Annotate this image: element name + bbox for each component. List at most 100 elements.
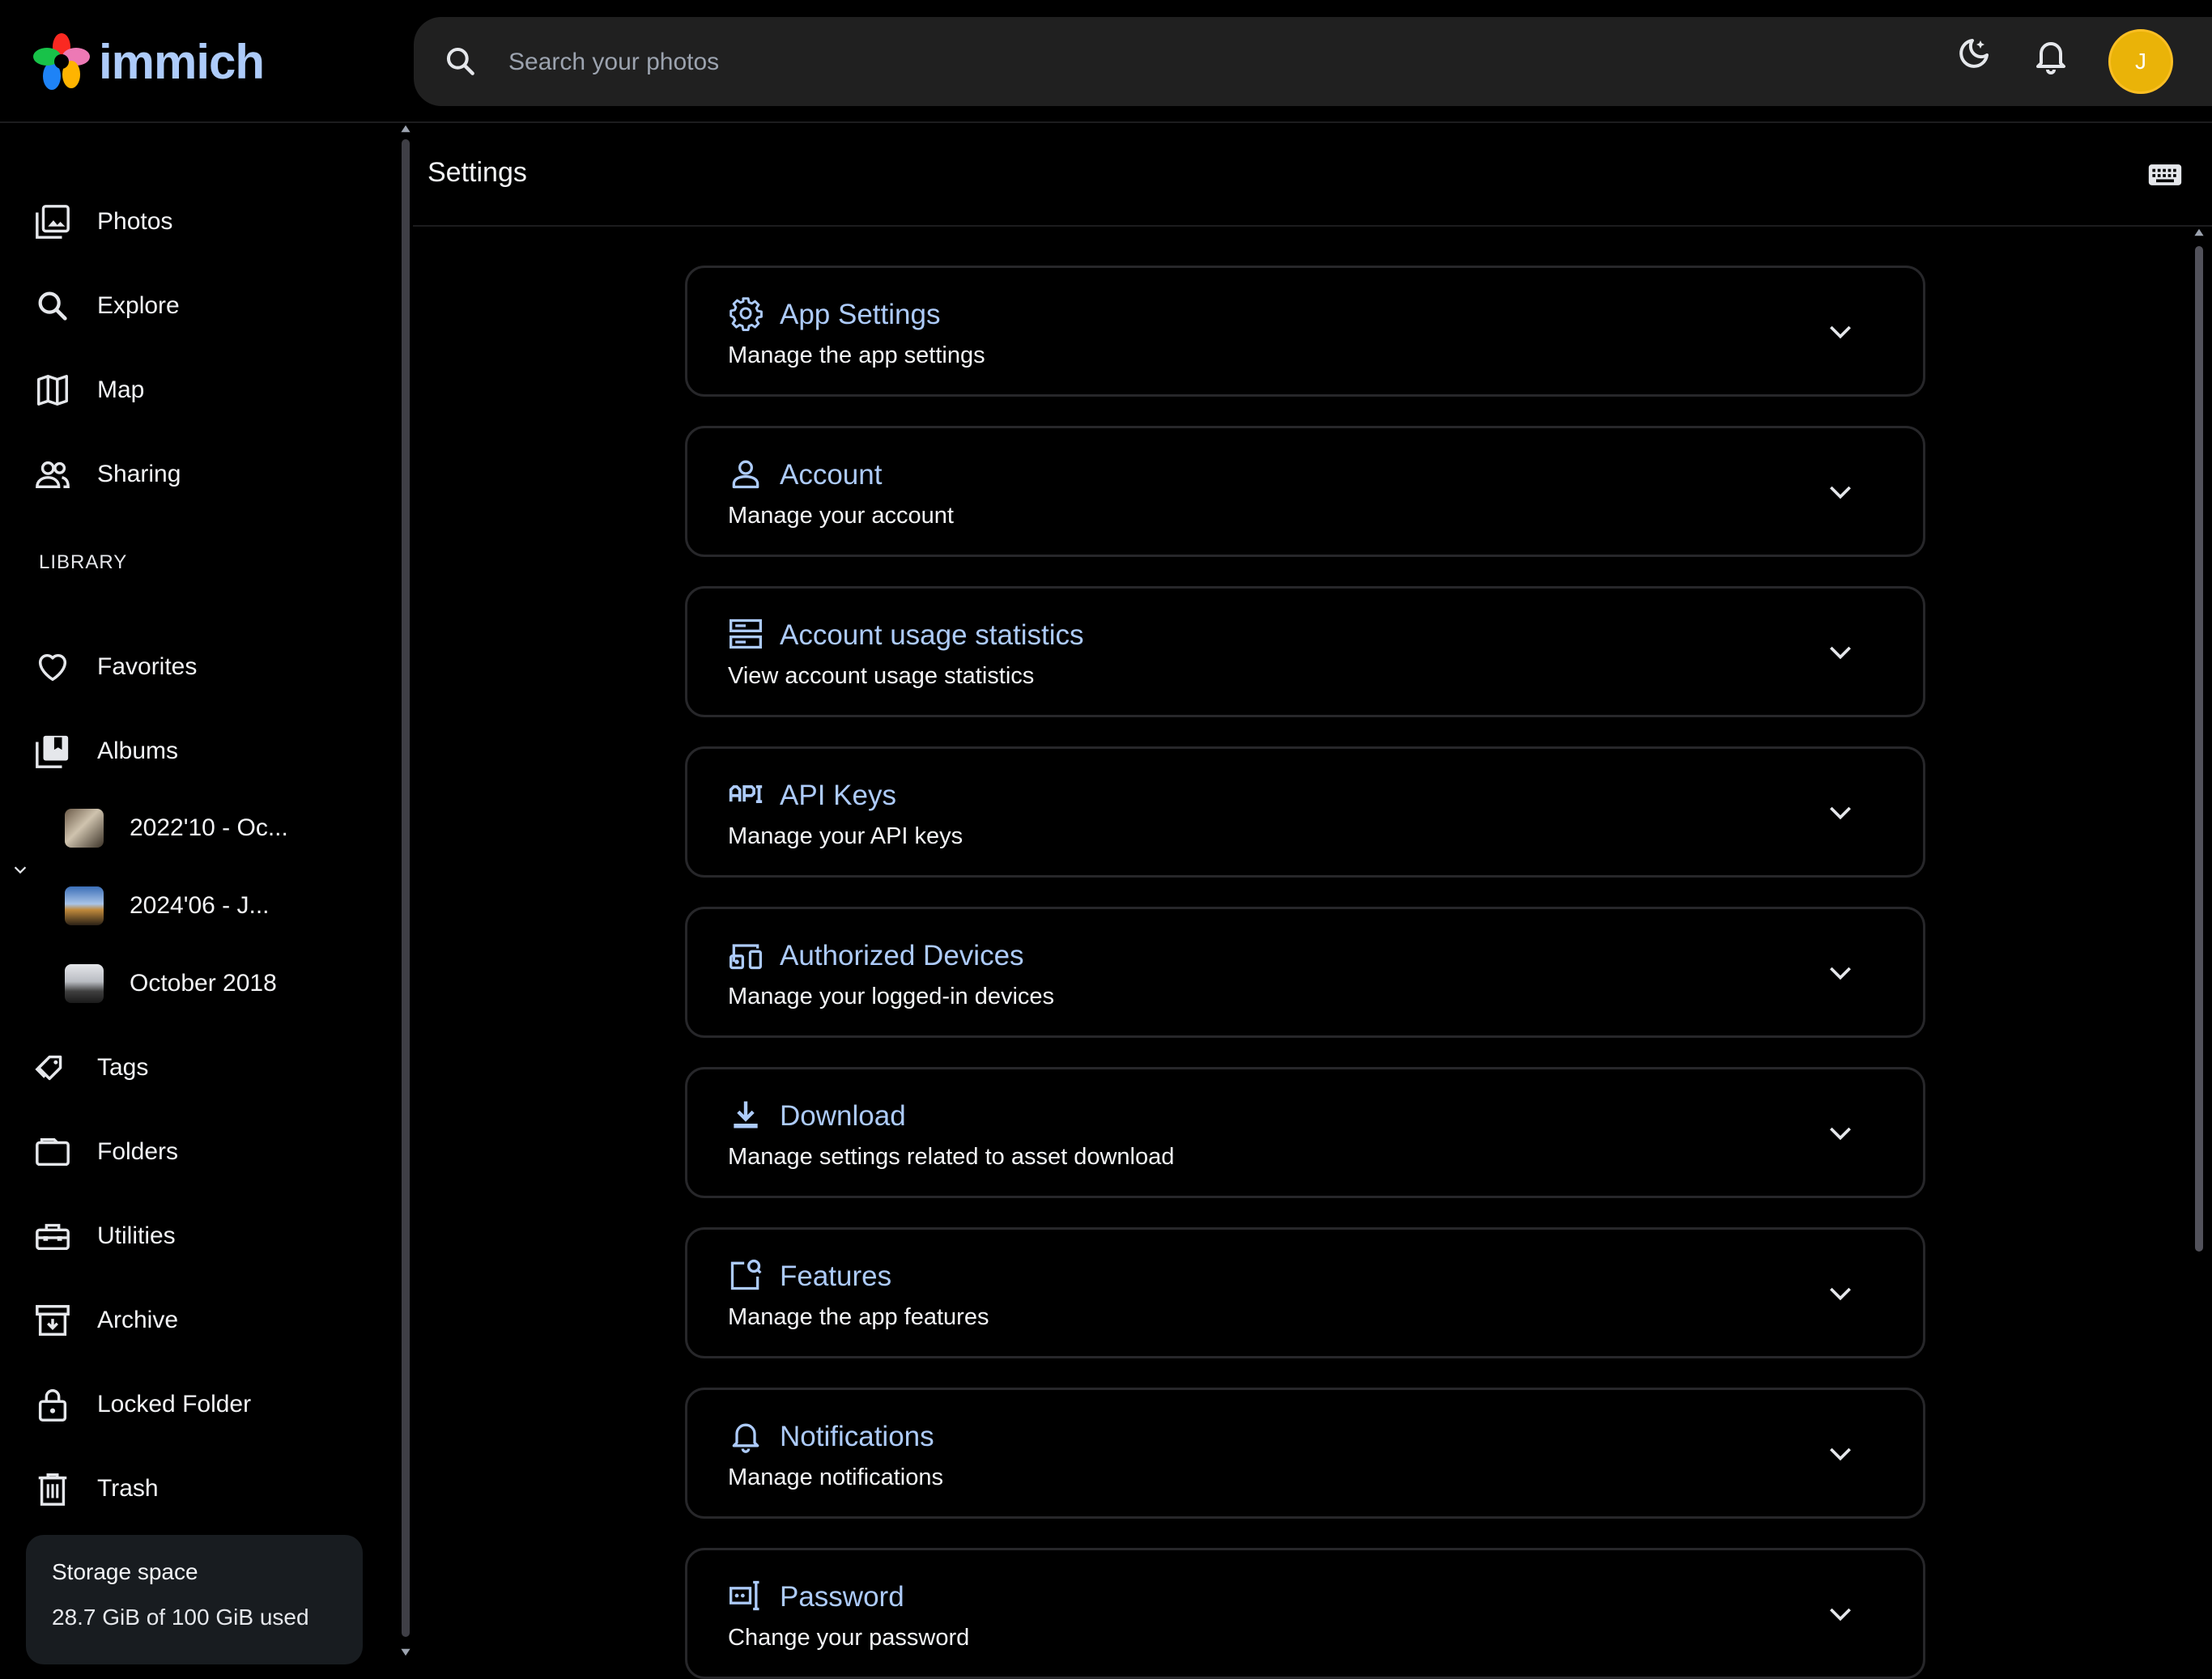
settings-card-api-keys[interactable]: API Keys Manage your API keys <box>685 746 1925 878</box>
album-label: 2022'10 - Oc... <box>130 814 288 841</box>
search-icon[interactable] <box>443 44 479 79</box>
card-subtitle: Manage settings related to asset downloa… <box>728 1144 1175 1170</box>
settings-card-authorized-devices[interactable]: Authorized Devices Manage your logged-in… <box>685 907 1925 1038</box>
search-icon <box>38 291 67 321</box>
settings-card-password[interactable]: Password Change your password <box>685 1548 1925 1679</box>
card-subtitle: Manage notifications <box>728 1464 943 1490</box>
user-avatar[interactable]: J <box>2108 29 2173 94</box>
scrollbar-thumb[interactable] <box>402 139 410 1637</box>
trash-icon <box>38 1473 67 1506</box>
sidebar-item-label: Trash <box>97 1475 159 1502</box>
settings-card-account-usage-statistics[interactable]: Account usage statistics View account us… <box>685 586 1925 717</box>
card-subtitle: Manage your API keys <box>728 823 963 849</box>
sidebar-item-label: Utilities <box>97 1222 176 1249</box>
card-subtitle: Change your password <box>728 1625 970 1651</box>
card-subtitle: Manage your logged-in devices <box>728 984 1055 1010</box>
chevron-down-icon[interactable] <box>1824 315 1857 347</box>
sidebar-item-photos[interactable]: Photos <box>0 185 381 258</box>
app-logo[interactable]: immich <box>32 32 265 91</box>
settings-card-account[interactable]: Account Manage your account <box>685 426 1925 557</box>
storage-title: Storage space <box>52 1559 198 1584</box>
sidebar-item-trash[interactable]: Trash <box>0 1452 381 1525</box>
app-name: immich <box>99 34 265 89</box>
sidebar-scrollbar[interactable] <box>400 123 410 1658</box>
album-item[interactable]: 2024'06 - J... <box>65 878 270 934</box>
password-icon <box>730 1580 759 1611</box>
search-bar[interactable] <box>414 17 2212 108</box>
card-title: Download <box>780 1100 906 1132</box>
chevron-down-icon[interactable] <box>1824 1277 1857 1309</box>
archive-icon <box>36 1305 70 1336</box>
toolbox-icon <box>36 1223 70 1251</box>
storage-space-panel[interactable]: Storage space 28.7 GiB of 100 GiB used <box>26 1535 363 1664</box>
chevron-down-icon[interactable] <box>1824 1116 1857 1149</box>
card-title: Authorized Devices <box>780 940 1024 971</box>
scrollbar-thumb[interactable] <box>2195 246 2203 1252</box>
bell-icon <box>732 1423 759 1453</box>
card-title: API Keys <box>780 780 896 811</box>
map-icon <box>37 375 68 406</box>
settings-card-features[interactable]: Features Manage the app features <box>685 1227 1925 1358</box>
settings-card-notifications[interactable]: Notifications Manage notifications <box>685 1388 1925 1519</box>
sidebar-item-label: Favorites <box>97 653 198 680</box>
immich-logo-icon <box>33 33 90 90</box>
album-thumbnail <box>65 886 104 925</box>
chevron-down-icon[interactable] <box>1824 1597 1857 1630</box>
sidebar-item-tags[interactable]: Tags <box>0 1031 381 1104</box>
sidebar-item-label: Tags <box>97 1054 149 1081</box>
chevron-down-icon[interactable] <box>1824 796 1857 828</box>
chevron-down-icon[interactable] <box>1824 635 1857 668</box>
sidebar-item-label: Folders <box>97 1138 179 1165</box>
sidebar-item-explore[interactable]: Explore <box>0 270 381 342</box>
content-scrollbar[interactable] <box>2191 227 2207 1658</box>
sidebar-item-label: Archive <box>97 1307 179 1333</box>
card-title: App Settings <box>780 299 941 330</box>
notifications-bell-icon[interactable] <box>2031 36 2070 74</box>
album-icon <box>36 735 69 768</box>
sidebar-item-albums[interactable]: Albums <box>0 715 381 788</box>
api-icon <box>729 785 763 803</box>
scroll-up-arrow-icon[interactable] <box>2193 227 2205 238</box>
card-subtitle: View account usage statistics <box>728 663 1035 689</box>
photos-icon <box>36 205 70 239</box>
scroll-up-arrow-icon[interactable] <box>400 123 411 134</box>
card-subtitle: Manage the app features <box>728 1304 989 1330</box>
keyboard-shortcuts-icon[interactable] <box>2147 159 2183 191</box>
sidebar-item-folders[interactable]: Folders <box>0 1116 381 1188</box>
sidebar-item-archive[interactable]: Archive <box>0 1284 381 1357</box>
sidebar-item-utilities[interactable]: Utilities <box>0 1200 381 1273</box>
chevron-down-icon[interactable] <box>1824 1437 1857 1469</box>
settings-card-download[interactable]: Download Manage settings related to asse… <box>685 1067 1925 1198</box>
album-item[interactable]: 2022'10 - Oc... <box>65 800 288 857</box>
people-icon <box>36 461 70 489</box>
sidebar-item-map[interactable]: Map <box>0 354 381 427</box>
sidebar-item-label: Map <box>97 376 145 403</box>
card-title: Password <box>780 1581 904 1613</box>
sidebar: Photos Explore Map Sharing LIBRARY Favor… <box>0 123 398 1664</box>
album-thumbnail <box>65 809 104 848</box>
sidebar-item-favorites[interactable]: Favorites <box>0 631 381 703</box>
chevron-down-icon[interactable] <box>11 861 29 878</box>
album-thumbnail <box>65 964 104 1003</box>
album-label: October 2018 <box>130 970 277 997</box>
chevron-down-icon[interactable] <box>1824 475 1857 508</box>
theme-toggle-icon[interactable] <box>1953 36 1992 74</box>
search-input[interactable] <box>507 17 2129 108</box>
scroll-down-arrow-icon[interactable] <box>400 1647 411 1658</box>
album-item[interactable]: October 2018 <box>65 955 277 1012</box>
card-subtitle: Manage your account <box>728 503 954 529</box>
sidebar-item-sharing[interactable]: Sharing <box>0 438 381 511</box>
top-bar: immich J <box>0 0 2212 123</box>
library-section-title: LIBRARY <box>39 551 128 573</box>
folder-icon <box>36 1137 70 1167</box>
server-icon <box>730 618 762 649</box>
sidebar-item-locked-folder[interactable]: Locked Folder <box>0 1368 381 1441</box>
chevron-down-icon[interactable] <box>1824 956 1857 988</box>
settings-card-app-settings[interactable]: App Settings Manage the app settings <box>685 266 1925 397</box>
sidebar-item-label: Sharing <box>97 461 181 487</box>
heart-icon <box>38 653 67 682</box>
features-icon <box>730 1259 762 1290</box>
lock-icon <box>38 1389 67 1422</box>
person-icon <box>732 460 759 489</box>
sidebar-item-label: Photos <box>97 208 173 235</box>
